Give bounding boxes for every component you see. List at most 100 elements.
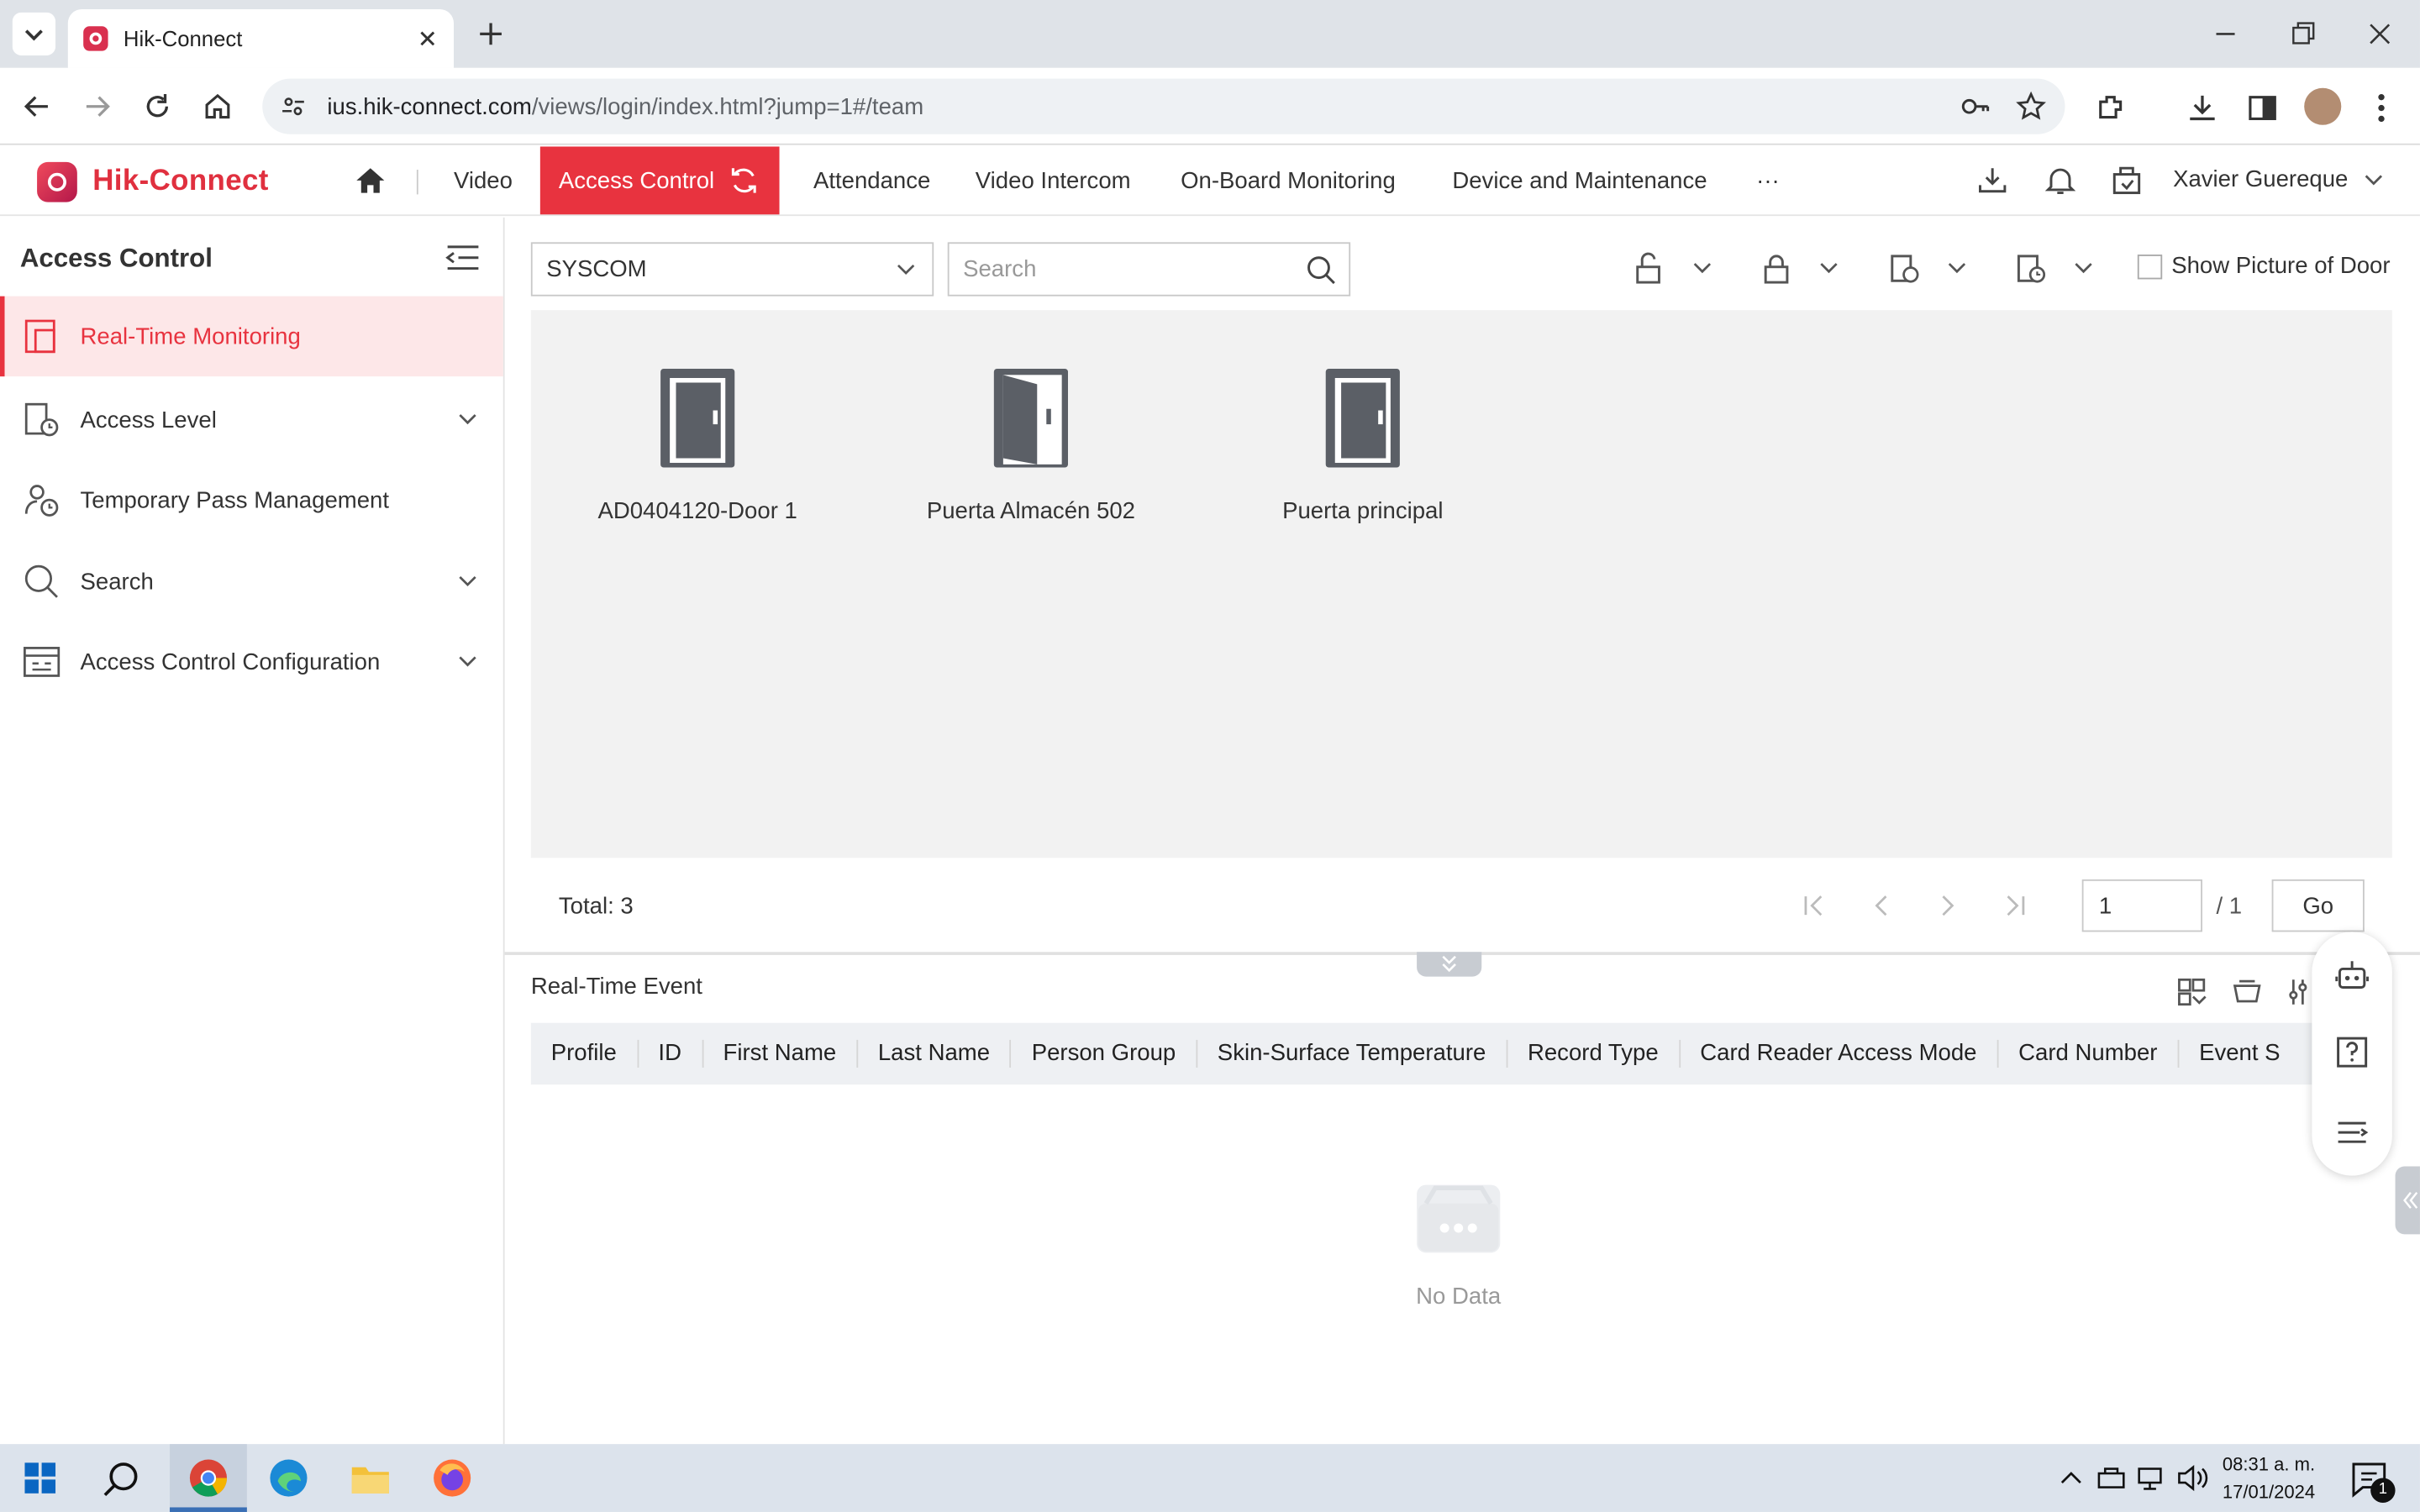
list-menu-icon[interactable]	[2333, 1114, 2370, 1151]
remain-closed-button[interactable]	[2014, 251, 2095, 285]
password-key-icon[interactable]	[1960, 91, 1991, 122]
door-schedule-icon	[1891, 255, 1919, 283]
chevron-down-icon[interactable]	[1946, 260, 1968, 278]
expand-side-tab[interactable]	[2395, 1166, 2420, 1235]
close-tab-icon[interactable]	[417, 28, 439, 50]
unlock-icon	[1636, 252, 1660, 284]
home-nav-icon[interactable]	[354, 164, 387, 197]
user-menu[interactable]: Xavier Guereque	[2173, 166, 2385, 193]
robot-assistant-icon[interactable]	[2333, 957, 2370, 994]
next-page-icon[interactable]	[1935, 893, 1960, 917]
tab-title: Hik-Connect	[123, 26, 243, 51]
column-header: Card Reader Access Mode	[1680, 1039, 1999, 1068]
download-icon[interactable]	[2186, 91, 2219, 124]
nav-attendance[interactable]: Attendance	[813, 146, 930, 214]
chevron-down-icon[interactable]	[2073, 260, 2095, 278]
clock-date: 17/01/2024	[2222, 1481, 2316, 1503]
site-select[interactable]: SYSCOM	[530, 242, 934, 297]
sidebar-item-real-time-monitoring[interactable]: Real-Time Monitoring	[0, 296, 503, 377]
url-text: ius.hik-connect.com/views/login/index.ht…	[327, 93, 923, 119]
door-card[interactable]: Puerta principal	[1196, 365, 1529, 524]
taskbar-chrome-app[interactable]	[170, 1444, 247, 1512]
new-tab-icon[interactable]	[476, 18, 507, 50]
collapse-menu-icon[interactable]	[445, 242, 481, 273]
nav-video[interactable]: Video	[454, 146, 513, 214]
filter-settings-icon[interactable]	[2286, 975, 2310, 1009]
first-page-icon[interactable]	[1801, 893, 1825, 917]
home-icon[interactable]	[203, 91, 234, 122]
help-icon[interactable]	[2333, 1034, 2370, 1071]
window-close-icon[interactable]	[2365, 18, 2396, 50]
show-picture-toggle[interactable]: Show Picture of Door	[2137, 253, 2391, 279]
file-explorer-icon[interactable]	[350, 1460, 391, 1497]
show-picture-checkbox[interactable]	[2137, 254, 2163, 279]
collapse-event-panel-handle[interactable]	[1417, 952, 1482, 977]
last-page-icon[interactable]	[2003, 893, 2028, 917]
chevron-down-icon[interactable]	[1691, 260, 1713, 278]
display-mode-icon[interactable]	[2175, 975, 2208, 1009]
network-icon[interactable]	[2136, 1464, 2167, 1492]
nav-more[interactable]: ···	[1756, 146, 1780, 214]
browser-tab[interactable]: Hik-Connect	[67, 9, 454, 68]
unlock-door-button[interactable]	[1633, 251, 1713, 285]
back-icon[interactable]	[22, 91, 53, 122]
reload-icon[interactable]	[142, 91, 173, 122]
clock-time: 08:31 a. m.	[2222, 1453, 2316, 1475]
sidebar-item-access-level[interactable]: Access Level	[0, 380, 503, 460]
config-icon	[24, 647, 60, 677]
edge-icon[interactable]	[269, 1458, 309, 1499]
search-icon[interactable]	[1306, 255, 1337, 286]
column-header: Skin-Surface Temperature	[1197, 1039, 1508, 1068]
nav-access-control[interactable]: Access Control	[539, 146, 780, 215]
nav-access-control-label: Access Control	[558, 167, 715, 194]
page-number-input[interactable]: 1	[2081, 879, 2202, 932]
tab-search-icon[interactable]	[12, 12, 56, 56]
sidebar-item-label: Access Level	[80, 406, 217, 433]
clear-events-icon[interactable]	[2230, 975, 2264, 1009]
show-hidden-icons[interactable]	[2059, 1466, 2083, 1490]
nav-video-intercom[interactable]: Video Intercom	[976, 146, 1131, 214]
tray-device-icon[interactable]	[2096, 1464, 2127, 1492]
sidebar-item-access-control-configuration[interactable]: Access Control Configuration	[0, 622, 503, 702]
side-panel-icon[interactable]	[2245, 91, 2279, 124]
notification-bell-icon[interactable]	[2044, 164, 2077, 197]
notifications-icon[interactable]: 1	[2349, 1460, 2396, 1503]
device-task-icon[interactable]	[2110, 164, 2144, 197]
windows-start-icon[interactable]	[24, 1462, 56, 1494]
lock-door-button[interactable]	[1760, 251, 1840, 285]
door-search-input[interactable]: Search	[947, 242, 1351, 297]
sidebar-item-search[interactable]: Search	[0, 542, 503, 622]
taskbar-search-icon[interactable]	[102, 1460, 142, 1500]
sidebar-item-temporary-pass[interactable]: Temporary Pass Management	[0, 459, 503, 540]
door-card[interactable]: AD0404120-Door 1	[531, 365, 865, 524]
empty-box-icon	[1417, 1184, 1501, 1253]
extensions-icon[interactable]	[2094, 91, 2128, 124]
lock-icon	[1764, 255, 1789, 284]
forward-icon[interactable]	[82, 91, 113, 122]
taskbar-clock[interactable]: 08:31 a. m. 17/01/2024	[2223, 1450, 2315, 1505]
refresh-icon[interactable]	[727, 164, 760, 197]
firefox-icon[interactable]	[432, 1458, 472, 1499]
nav-onboard-monitoring[interactable]: On-Board Monitoring	[1181, 146, 1396, 214]
door-card[interactable]: Puerta Almacén 502	[865, 365, 1198, 524]
column-header: Last Name	[858, 1039, 1012, 1068]
prev-page-icon[interactable]	[1869, 893, 1893, 917]
volume-icon[interactable]	[2176, 1464, 2210, 1492]
chevron-down-icon[interactable]	[1818, 260, 1840, 278]
nav-divider	[416, 170, 418, 195]
site-info-icon[interactable]	[281, 94, 305, 118]
nav-device-maintenance[interactable]: Device and Maintenance	[1452, 146, 1707, 214]
browser-menu-icon[interactable]	[2370, 91, 2392, 124]
download-center-icon[interactable]	[1975, 164, 2009, 197]
minimize-icon[interactable]	[2210, 18, 2241, 50]
hik-connect-logo[interactable]: Hik-Connect	[37, 161, 269, 202]
remain-open-button[interactable]	[1887, 251, 1968, 285]
notification-count-badge: 1	[2370, 1478, 2396, 1503]
logo-icon	[37, 161, 77, 202]
go-button[interactable]: Go	[2271, 879, 2365, 932]
restore-icon[interactable]	[2287, 18, 2318, 50]
bookmark-star-icon[interactable]	[2016, 91, 2047, 122]
profile-avatar[interactable]	[2304, 87, 2342, 125]
address-bar[interactable]: ius.hik-connect.com/views/login/index.ht…	[262, 78, 2065, 134]
url-host: ius.hik-connect.com	[327, 93, 532, 120]
